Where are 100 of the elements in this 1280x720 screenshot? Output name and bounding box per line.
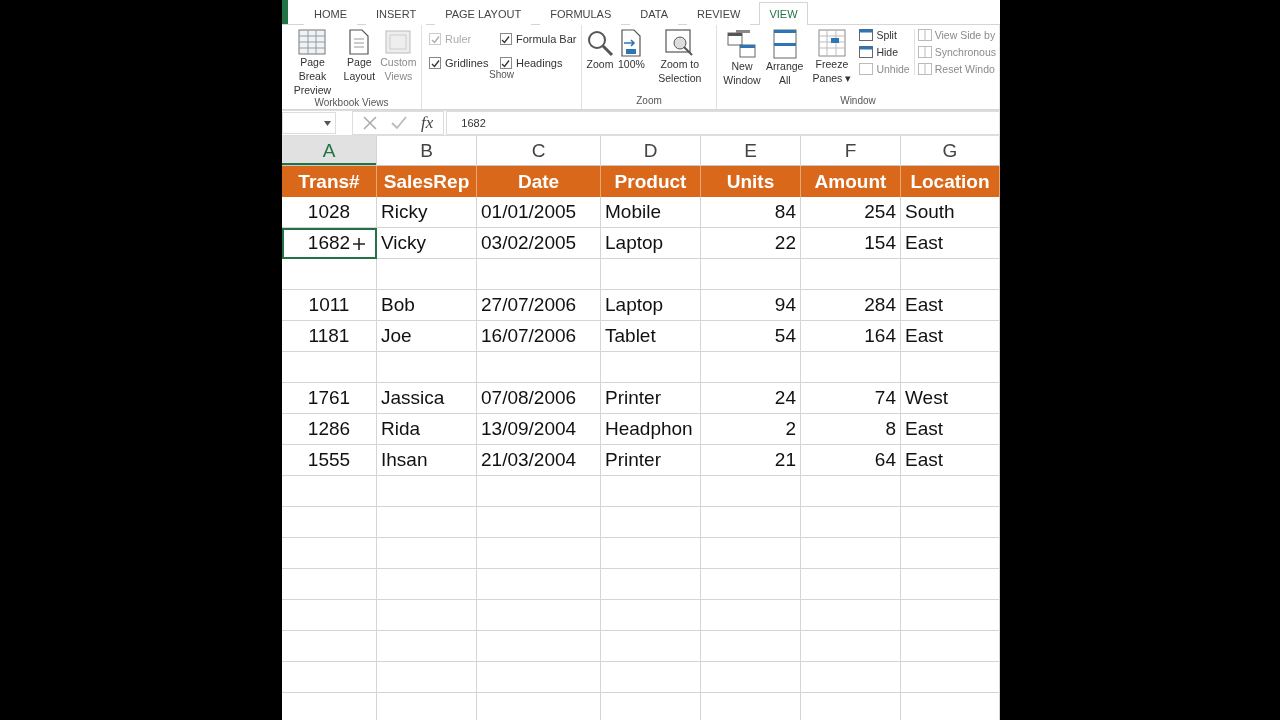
group-label: Show (488, 69, 515, 82)
header-cell: SalesRep (377, 166, 477, 197)
ribbon-button[interactable]: Zoom to Selection (647, 29, 712, 85)
table-cell: Bob (377, 290, 477, 321)
table-cell: South (901, 197, 1000, 228)
ribbon-button[interactable]: 100% (617, 29, 646, 71)
zoom-selection-icon (664, 29, 695, 57)
window-pane-icon (859, 29, 874, 41)
group-label: Workbook Views (313, 97, 390, 110)
header-cell: Location (901, 166, 1000, 197)
ribbon-button[interactable]: New Window (720, 29, 765, 87)
table-cell: East (901, 445, 1000, 476)
table-cell: Printer (601, 445, 701, 476)
column-header[interactable]: E (701, 136, 801, 166)
formula-input[interactable]: 1682 (446, 111, 1000, 135)
table-cell: 284 (801, 290, 901, 321)
ribbon-button[interactable]: Page Break Preview (285, 29, 340, 97)
table-cell: East (901, 228, 1000, 259)
table-cell: 13/09/2004 (477, 414, 601, 445)
freeze-grid-icon (817, 29, 846, 57)
table-cell: 03/02/2005 (477, 228, 601, 259)
checkbox-label: Headings (515, 57, 563, 69)
table-cell: 16/07/2006 (477, 321, 601, 352)
table-cell: 1286 (282, 414, 377, 445)
window-pane-icon (859, 63, 874, 75)
checkbox-label: Formula Bar (515, 33, 577, 45)
check-icon[interactable] (391, 116, 407, 130)
group-label: Window (839, 95, 877, 108)
header-cell: Amount (801, 166, 901, 197)
header-cell: Units (701, 166, 801, 197)
ribbon-button[interactable]: Page Layout (341, 29, 377, 83)
ribbon-button[interactable]: Split (859, 29, 910, 41)
page-icon (347, 29, 372, 55)
side-window-icon (917, 63, 932, 75)
ribbon-button[interactable]: Zoom (585, 29, 615, 71)
stacked-windows-icon (772, 29, 797, 59)
side-window-icon (917, 29, 932, 41)
checkbox-label: Ruler (445, 33, 472, 45)
table-cell: Printer (601, 383, 701, 414)
magnifier-icon (586, 29, 614, 57)
table-cell: 164 (801, 321, 901, 352)
table-cell: 24 (701, 383, 801, 414)
checkbox[interactable] (499, 33, 512, 45)
column-header[interactable]: D (601, 136, 701, 166)
table-cell: 94 (701, 290, 801, 321)
ribbon-button[interactable]: Freeze Panes ▾ (805, 29, 859, 85)
table-cell: 1682 (282, 228, 377, 259)
checkbox[interactable] (429, 57, 441, 69)
table-cell: 54 (701, 321, 801, 352)
table-cell: 8 (801, 414, 901, 445)
table-cell: 21/03/2004 (477, 445, 601, 476)
ribbon-tab[interactable]: VIEW (759, 2, 808, 25)
insert-function-button[interactable]: fx (421, 113, 434, 133)
name-box[interactable] (282, 112, 336, 134)
cursor-icon (352, 237, 366, 251)
table-cell: 21 (701, 445, 801, 476)
header-cell: Date (477, 166, 601, 197)
table-cell: 1181 (282, 321, 377, 352)
table-cell: Headphon (601, 414, 701, 445)
table-cell: 01/01/2005 (477, 197, 601, 228)
checkbox[interactable] (499, 57, 512, 69)
column-header[interactable]: G (901, 136, 1000, 166)
table-cell: 1761 (282, 383, 377, 414)
header-cell: Product (601, 166, 701, 197)
table-cell: Vicky (377, 228, 477, 259)
table-cell: Ricky (377, 197, 477, 228)
column-header[interactable]: A (282, 136, 377, 166)
table-cell: East (901, 414, 1000, 445)
column-header[interactable]: F (801, 136, 901, 166)
group-label: Zoom (635, 95, 663, 108)
table-cell: 64 (801, 445, 901, 476)
table-cell: Joe (377, 321, 477, 352)
cancel-icon[interactable] (363, 116, 377, 130)
table-cell: Rida (377, 414, 477, 445)
table-cell: Tablet (601, 321, 701, 352)
table-cell: Ihsan (377, 445, 477, 476)
windows-icon (727, 29, 758, 59)
window-pane-icon (859, 46, 874, 58)
side-window-icon (917, 46, 932, 58)
table-cell: East (901, 290, 1000, 321)
table-cell: East (901, 321, 1000, 352)
table-cell: 1028 (282, 197, 377, 228)
table-cell: 07/08/2006 (477, 383, 601, 414)
ribbon-button[interactable]: Arrange All (765, 29, 805, 87)
table-cell: Mobile (601, 197, 701, 228)
ribbon-button[interactable]: Hide (859, 46, 910, 58)
table-cell: 254 (801, 197, 901, 228)
table-cell: 27/07/2006 (477, 290, 601, 321)
grid-icon (298, 29, 327, 55)
table-cell: Laptop (601, 290, 701, 321)
column-header[interactable]: B (377, 136, 477, 166)
caret-icon (324, 120, 331, 126)
table-cell: 154 (801, 228, 901, 259)
table-cell: 84 (701, 197, 801, 228)
table-cell: 74 (801, 383, 901, 414)
table-cell: Laptop (601, 228, 701, 259)
table-cell: Jassica (377, 383, 477, 414)
window-icon (384, 29, 413, 55)
table-cell: 22 (701, 228, 801, 259)
column-header[interactable]: C (477, 136, 601, 166)
